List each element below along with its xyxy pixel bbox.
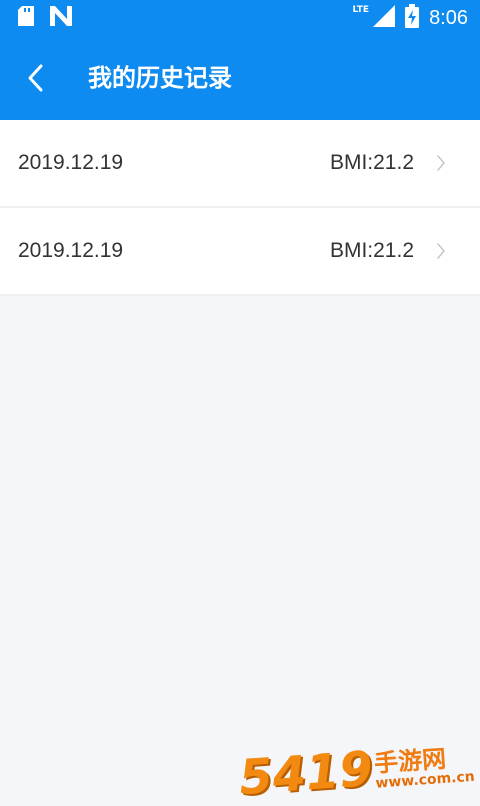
battery-charging-icon xyxy=(405,4,420,32)
clock: 8:06 xyxy=(429,6,468,29)
sd-card-icon xyxy=(18,6,34,30)
app-bar: 我的历史记录 xyxy=(0,36,480,120)
watermark-logo: 5419 手游网 www.com.cn xyxy=(237,738,476,806)
chevron-right-icon xyxy=(436,242,446,260)
page-title: 我的历史记录 xyxy=(88,64,232,92)
history-list: 2019.12.19 BMI:21.2 2019.12.19 BMI:21.2 xyxy=(0,120,480,296)
record-bmi: BMI:21.2 xyxy=(329,151,414,174)
record-bmi: BMI:21.2 xyxy=(329,239,414,262)
history-row[interactable]: 2019.12.19 BMI:21.2 xyxy=(0,208,480,296)
chevron-right-icon xyxy=(436,154,446,172)
chevron-left-icon xyxy=(28,64,43,92)
record-date: 2019.12.19 xyxy=(18,151,124,174)
history-row[interactable]: 2019.12.19 BMI:21.2 xyxy=(0,120,480,208)
signal-icon xyxy=(373,5,396,31)
watermark-number: 5419 xyxy=(237,740,375,806)
record-date: 2019.12.19 xyxy=(18,239,124,262)
network-label: LTE xyxy=(352,5,370,15)
back-button[interactable] xyxy=(14,56,58,100)
status-bar: LTE 8:06 xyxy=(0,0,480,36)
n-notification-icon xyxy=(50,6,72,30)
